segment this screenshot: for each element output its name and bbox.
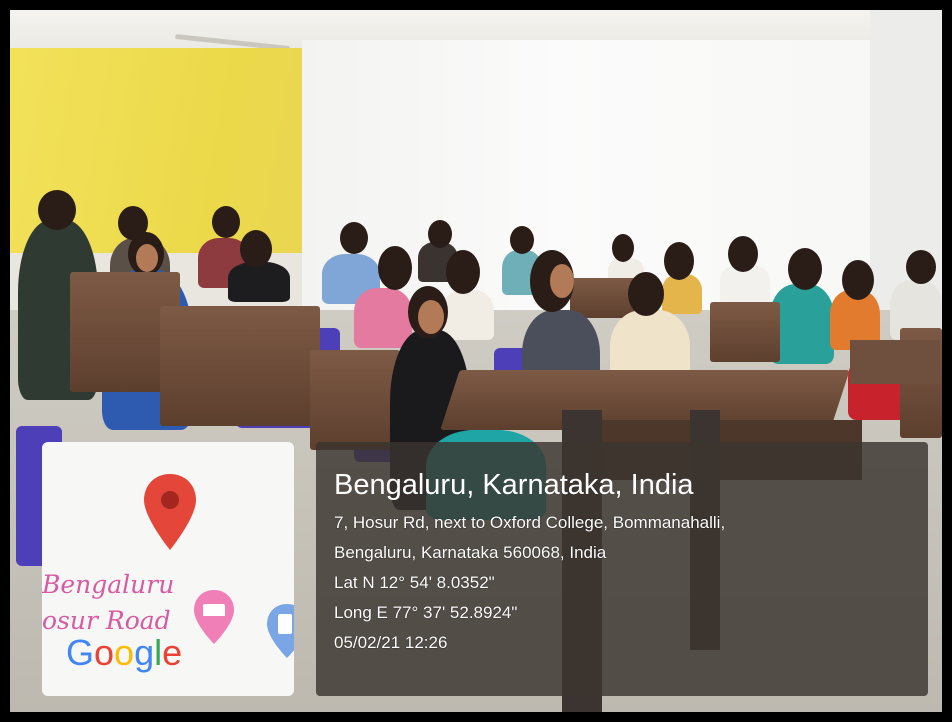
address-line-1: 7, Hosur Rd, next to Oxford College, Bom… — [334, 513, 726, 532]
longitude-text: Long E 77° 37' 52.8924" — [334, 603, 518, 622]
geotag-info-panel: Bengaluru, Karnataka, India 7, Hosur Rd,… — [316, 442, 928, 696]
timestamp-text: 05/02/21 12:26 — [334, 633, 448, 652]
photo-frame: Bengaluru osur Road Google Bengaluru, Ka… — [0, 0, 952, 722]
google-logo: Google — [66, 632, 183, 673]
map-road-label: osur Road — [42, 606, 171, 635]
fuel-station-icon — [267, 604, 294, 658]
latitude-text: Lat N 12° 54' 8.0352" — [334, 573, 495, 592]
location-title: Bengaluru, Karnataka, India — [334, 469, 694, 501]
map-pin-icon — [144, 474, 196, 550]
hotel-bed-icon — [194, 590, 234, 644]
address-line-2: Bengaluru, Karnataka 560068, India — [334, 543, 607, 562]
map-thumbnail: Bengaluru osur Road Google — [42, 442, 294, 696]
map-place-label: Bengaluru — [42, 570, 175, 599]
